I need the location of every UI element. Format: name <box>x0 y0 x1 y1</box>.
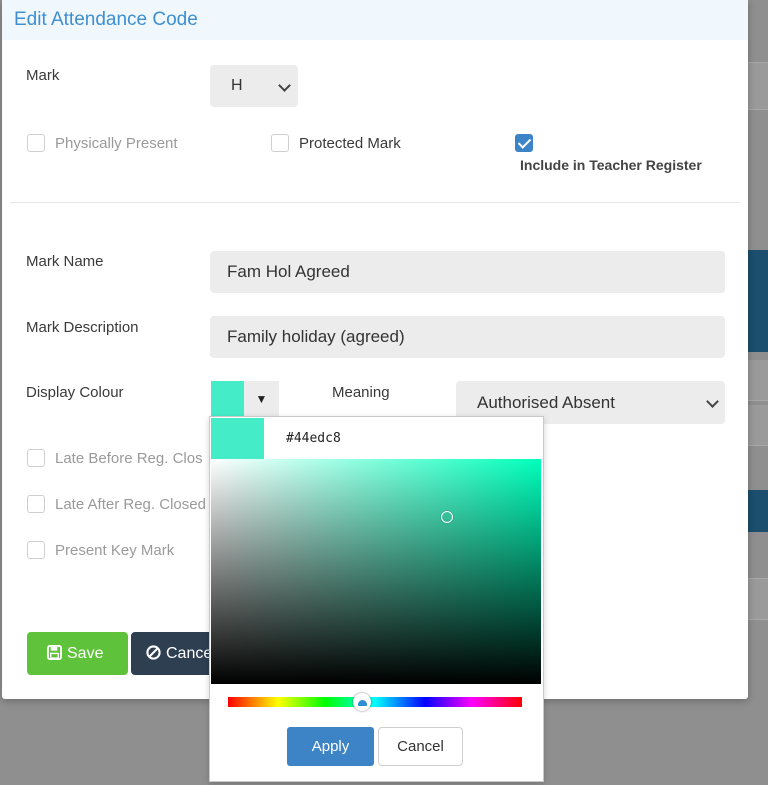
checkbox-label: Include in Teacher Register <box>520 157 702 173</box>
physically-present-checkbox[interactable]: Physically Present <box>27 134 178 152</box>
mark-description-value: Family holiday (agreed) <box>227 327 405 346</box>
display-colour-picker-button[interactable]: ▼ <box>211 381 279 416</box>
ban-icon <box>146 644 161 663</box>
checkbox-box[interactable] <box>271 134 289 152</box>
saturation-handle[interactable] <box>441 511 453 523</box>
mark-description-label: Mark Description <box>26 319 139 336</box>
include-in-teacher-register-checkbox[interactable]: Include in Teacher Register <box>515 134 702 173</box>
checkbox-label: Protected Mark <box>299 134 401 152</box>
section-divider <box>10 202 740 203</box>
protected-mark-checkbox[interactable]: Protected Mark <box>271 134 401 152</box>
colour-preview <box>211 418 264 459</box>
mark-select-value: H <box>231 77 243 94</box>
background-row <box>748 405 768 446</box>
background-row <box>748 578 768 620</box>
save-label: Save <box>67 644 104 662</box>
meaning-label: Meaning <box>332 384 390 401</box>
mark-name-value: Fam Hol Agreed <box>227 262 350 281</box>
saturation-value-area[interactable] <box>211 459 541 684</box>
modal-header: Edit Attendance Code <box>2 0 748 40</box>
mark-name-label: Mark Name <box>26 253 104 270</box>
checkbox-box[interactable] <box>27 449 45 467</box>
mark-name-input[interactable]: Fam Hol Agreed <box>210 251 725 293</box>
chevron-down-icon <box>706 395 719 408</box>
cancel-label: Cance <box>166 644 213 662</box>
cancel-button[interactable]: Cance <box>131 632 221 675</box>
hex-input[interactable]: #44edc8 <box>286 431 341 446</box>
late-before-reg-closed-checkbox[interactable]: Late Before Reg. Clos <box>27 449 203 467</box>
save-button[interactable]: Save <box>27 632 128 675</box>
picker-cancel-button[interactable]: Cancel <box>378 727 463 766</box>
hue-slider-handle[interactable] <box>353 693 371 711</box>
hue-slider[interactable] <box>228 697 522 707</box>
background-row <box>748 360 768 401</box>
meaning-select-value: Authorised Absent <box>477 392 615 412</box>
mark-description-input[interactable]: Family holiday (agreed) <box>210 316 725 358</box>
colour-picker-popup: #44edc8 Apply Cancel <box>209 416 544 782</box>
checkbox-checked-icon[interactable] <box>515 134 533 152</box>
late-after-reg-closed-checkbox[interactable]: Late After Reg. Closed <box>27 495 206 513</box>
checkbox-label: Physically Present <box>55 134 178 152</box>
checkbox-label: Late Before Reg. Clos <box>55 449 203 467</box>
display-colour-label: Display Colour <box>26 384 124 401</box>
modal-title: Edit Attendance Code <box>14 9 198 30</box>
background-header-band <box>748 490 768 532</box>
background-row <box>748 62 768 110</box>
checkbox-box[interactable] <box>27 495 45 513</box>
mark-label: Mark <box>26 67 60 84</box>
apply-button[interactable]: Apply <box>287 727 374 766</box>
checkbox-box[interactable] <box>27 134 45 152</box>
chevron-down-icon <box>278 79 291 92</box>
caret-down-icon[interactable]: ▼ <box>244 381 279 416</box>
save-icon <box>47 644 62 663</box>
checkbox-label: Late After Reg. Closed <box>55 495 206 513</box>
present-key-mark-checkbox[interactable]: Present Key Mark <box>27 541 174 559</box>
colour-swatch[interactable] <box>211 381 244 416</box>
checkbox-box[interactable] <box>27 541 45 559</box>
checkbox-label: Present Key Mark <box>55 541 175 559</box>
mark-select[interactable]: H <box>210 65 298 107</box>
background-header-band <box>748 250 768 352</box>
